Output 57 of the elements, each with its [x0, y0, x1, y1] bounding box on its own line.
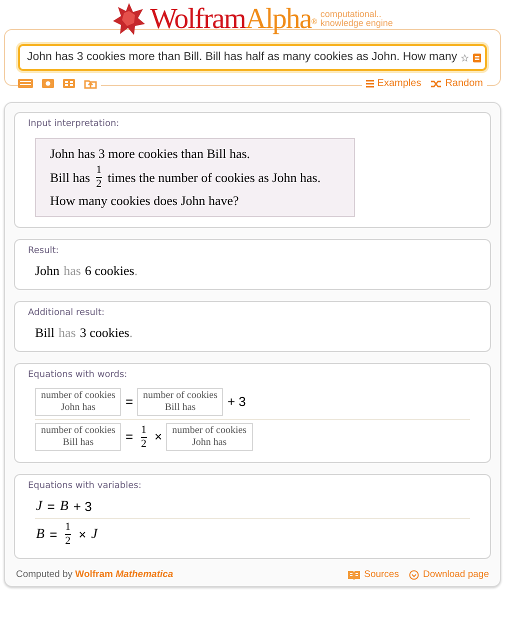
result-text: has — [64, 263, 81, 279]
math-variable: J — [91, 526, 98, 542]
tagline-text: computational.. — [320, 10, 382, 19]
interpretation-text: John has 3 more cookies than Bill has. — [50, 145, 250, 163]
tagline-text: knowledge engine — [320, 19, 393, 28]
list-icon — [366, 80, 374, 88]
keyboard-icon[interactable] — [18, 79, 33, 88]
download-icon — [408, 570, 419, 580]
math-variable: B — [36, 526, 45, 542]
interpretation-text: How many cookies does John have? — [50, 192, 239, 210]
math-operator: = — [50, 526, 58, 542]
interpretation-text: Bill has — [50, 168, 90, 186]
pod-title: Additional result: — [28, 308, 106, 319]
result-text: . — [129, 325, 133, 341]
logo-wordmark: WolframAlpha$^{®}$ — [150, 4, 316, 34]
pod-title: Equations with words: — [28, 370, 128, 381]
pod-title: Input interpretation: — [28, 119, 120, 130]
table-icon[interactable] — [63, 79, 75, 88]
result-text: . — [134, 263, 138, 279]
upload-icon[interactable] — [84, 78, 97, 89]
math-operator: = — [125, 429, 134, 445]
fraction: 1 2 — [96, 165, 102, 190]
math-operator: × — [154, 429, 162, 445]
examples-link[interactable]: Examples — [366, 76, 422, 91]
pod-title: Equations with variables: — [28, 481, 142, 492]
math-operator: + 3 — [73, 499, 92, 515]
menu-icon[interactable] — [472, 50, 481, 64]
book-icon — [348, 570, 360, 580]
result-text: 3 cookies — [80, 325, 130, 341]
math-operator: × — [78, 526, 86, 542]
star-logo-icon — [112, 2, 146, 36]
fraction: 1 2 — [141, 424, 147, 450]
result-text: John — [35, 263, 60, 279]
math-operator: = — [125, 394, 134, 410]
star-icon[interactable] — [461, 52, 469, 64]
download-link[interactable]: Download page — [408, 568, 489, 582]
result-text: Bill — [35, 325, 55, 341]
shuffle-icon — [431, 80, 442, 88]
math-variable: B — [60, 499, 68, 515]
sources-link[interactable]: Sources — [348, 568, 399, 582]
word-box: number of cookies John has — [35, 388, 122, 416]
search-text: John has 3 cookies more than Bill. Bill has half as many cookies as John. How many — [27, 50, 458, 65]
word-box: number of cookies John has — [166, 423, 253, 451]
word-box: number of cookies Bill has — [35, 423, 122, 451]
computed-by-text: Computed by Wolfram Mathematica — [16, 568, 174, 582]
pod-title: Result: — [28, 246, 60, 257]
math-operator: = — [47, 499, 55, 515]
fraction: 1 2 — [65, 522, 71, 547]
camera-icon[interactable] — [42, 79, 54, 88]
word-box: number of cookies Bill has — [137, 388, 224, 416]
result-text: has — [58, 325, 76, 341]
random-link[interactable]: Random — [431, 76, 483, 91]
math-operator: + 3 — [227, 394, 246, 410]
math-variable: J — [36, 499, 42, 515]
result-text: 6 cookies — [84, 263, 134, 279]
interpretation-text: times the number of cookies as John has. — [108, 168, 321, 186]
search-field[interactable]: John has 3 cookies more than Bill. Bill has half as many cookies as John. How many — [18, 44, 487, 71]
